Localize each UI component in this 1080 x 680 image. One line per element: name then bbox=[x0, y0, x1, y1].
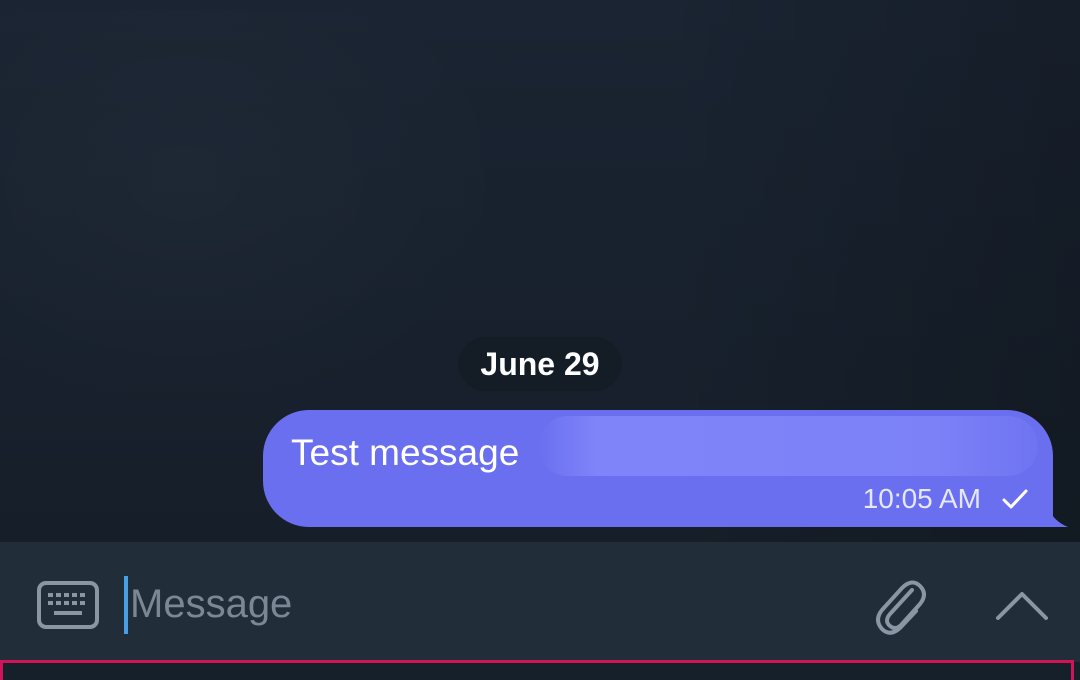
bubble-tail bbox=[1038, 497, 1068, 527]
date-separator: June 29 bbox=[458, 337, 622, 391]
message-input[interactable] bbox=[130, 572, 830, 636]
highlight-box bbox=[0, 660, 1074, 680]
message-composer bbox=[0, 542, 1080, 662]
message-time: 10:05 AM bbox=[862, 483, 981, 514]
check-icon bbox=[1002, 489, 1028, 509]
message-text: Test message bbox=[291, 432, 520, 473]
chevron-up-icon[interactable] bbox=[994, 588, 1050, 624]
text-cursor bbox=[124, 576, 128, 634]
chat-wallpaper bbox=[0, 10, 520, 430]
redacted-text-blur bbox=[538, 416, 1038, 476]
chat-screen: June 29 Test message 10:05 AM bbox=[0, 0, 1080, 680]
message-meta: 10:05 AM bbox=[863, 481, 1031, 517]
outgoing-message-bubble[interactable]: Test message 10:05 AM bbox=[263, 410, 1053, 527]
paperclip-icon[interactable] bbox=[872, 576, 928, 638]
keyboard-icon[interactable] bbox=[36, 580, 100, 630]
message-list[interactable]: June 29 Test message 10:05 AM bbox=[0, 0, 1080, 542]
